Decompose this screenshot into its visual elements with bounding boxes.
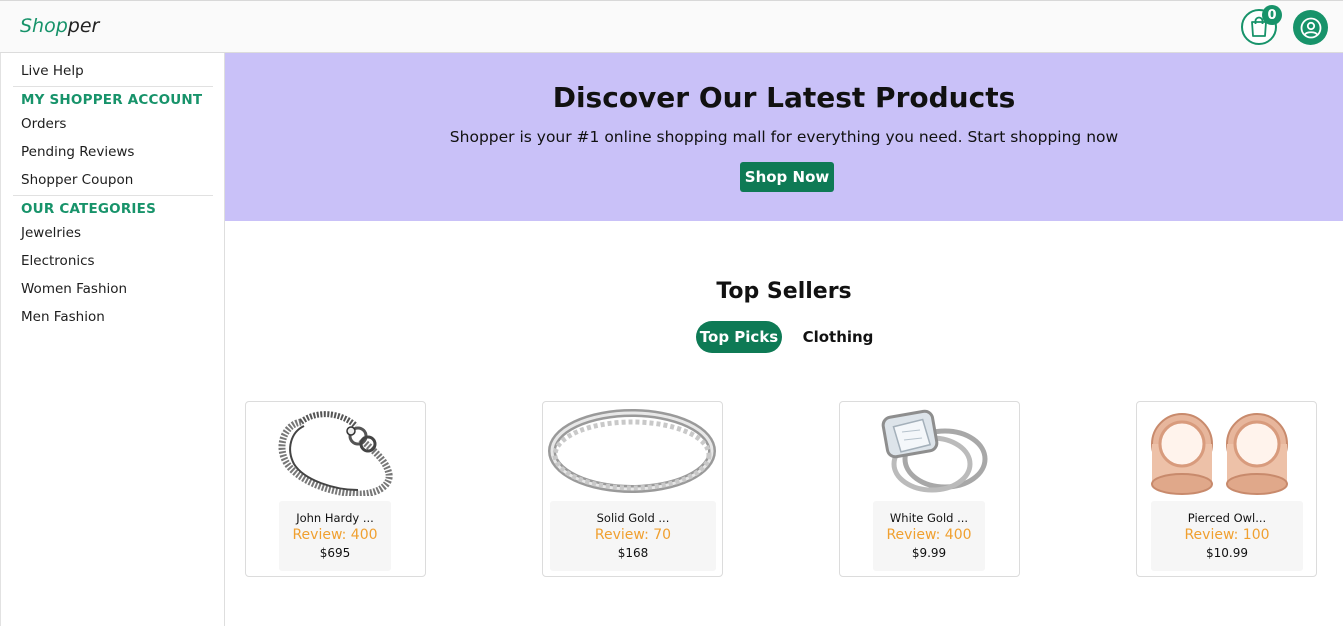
product-name: White Gold ... xyxy=(889,511,969,525)
product-info: Solid Gold ... Review: 70 $168 xyxy=(550,501,716,571)
product-price: $9.99 xyxy=(911,546,947,560)
product-review: Review: 400 xyxy=(292,527,378,543)
product-card[interactable]: John Hardy ... Review: 400 $695 xyxy=(245,401,426,577)
cart-count-badge: 0 xyxy=(1262,5,1282,25)
tab-top-picks[interactable]: Top Picks xyxy=(696,321,782,353)
sidebar-heading-account: MY SHOPPER ACCOUNT xyxy=(21,92,203,108)
product-card[interactable]: Pierced Owl... Review: 100 $10.99 xyxy=(1136,401,1317,577)
tunnel-plugs-image xyxy=(1151,413,1288,495)
hero-title: Discover Our Latest Products xyxy=(552,81,1016,114)
product-card[interactable]: White Gold ... Review: 400 $9.99 xyxy=(839,401,1020,577)
sidebar-item-live-help[interactable]: Live Help xyxy=(21,63,84,79)
tab-clothing[interactable]: Clothing xyxy=(797,321,879,353)
product-info: Pierced Owl... Review: 100 $10.99 xyxy=(1151,501,1303,571)
user-account-button[interactable] xyxy=(1293,10,1328,45)
sidebar-item-pending-reviews[interactable]: Pending Reviews xyxy=(21,144,134,160)
sidebar-heading-categories: OUR CATEGORIES xyxy=(21,201,156,217)
sidebar-item-jewelries[interactable]: Jewelries xyxy=(21,225,81,241)
bracelet-image xyxy=(278,411,393,496)
product-review: Review: 400 xyxy=(886,527,972,543)
logo-text-per: per xyxy=(67,15,100,37)
sidebar: Live Help MY SHOPPER ACCOUNT Orders Pend… xyxy=(0,53,225,626)
hero-banner: Discover Our Latest Products Shopper is … xyxy=(225,53,1343,221)
sidebar-item-women-fashion[interactable]: Women Fashion xyxy=(21,281,127,297)
user-circle-icon xyxy=(1300,17,1321,38)
product-price: $695 xyxy=(319,546,351,560)
product-name: Pierced Owl... xyxy=(1187,511,1267,525)
eternity-band-image xyxy=(548,409,716,493)
shopper-logo[interactable]: Shopper xyxy=(20,15,99,37)
shop-now-button[interactable]: Shop Now xyxy=(740,162,834,192)
top-sellers-title: Top Sellers xyxy=(716,279,852,304)
sidebar-divider xyxy=(13,86,213,87)
product-price: $168 xyxy=(617,546,649,560)
product-info: White Gold ... Review: 400 $9.99 xyxy=(873,501,985,571)
product-card[interactable]: Solid Gold ... Review: 70 $168 xyxy=(542,401,723,577)
product-review: Review: 100 xyxy=(1184,527,1270,543)
sidebar-item-orders[interactable]: Orders xyxy=(21,116,66,132)
logo-text-shop: Shop xyxy=(20,15,68,37)
top-header: Shopper 0 xyxy=(0,0,1343,53)
engagement-ring-image xyxy=(881,409,988,493)
sidebar-item-shopper-coupon[interactable]: Shopper Coupon xyxy=(21,172,133,188)
product-info: John Hardy ... Review: 400 $695 xyxy=(279,501,391,571)
sidebar-item-electronics[interactable]: Electronics xyxy=(21,253,95,269)
sidebar-divider xyxy=(13,195,213,196)
sidebar-item-men-fashion[interactable]: Men Fashion xyxy=(21,309,105,325)
product-name: John Hardy ... xyxy=(296,511,374,525)
product-review: Review: 70 xyxy=(594,527,672,543)
hero-subtitle: Shopper is your #1 online shopping mall … xyxy=(449,128,1119,146)
product-name: Solid Gold ... xyxy=(596,511,670,525)
product-price: $10.99 xyxy=(1206,546,1248,560)
